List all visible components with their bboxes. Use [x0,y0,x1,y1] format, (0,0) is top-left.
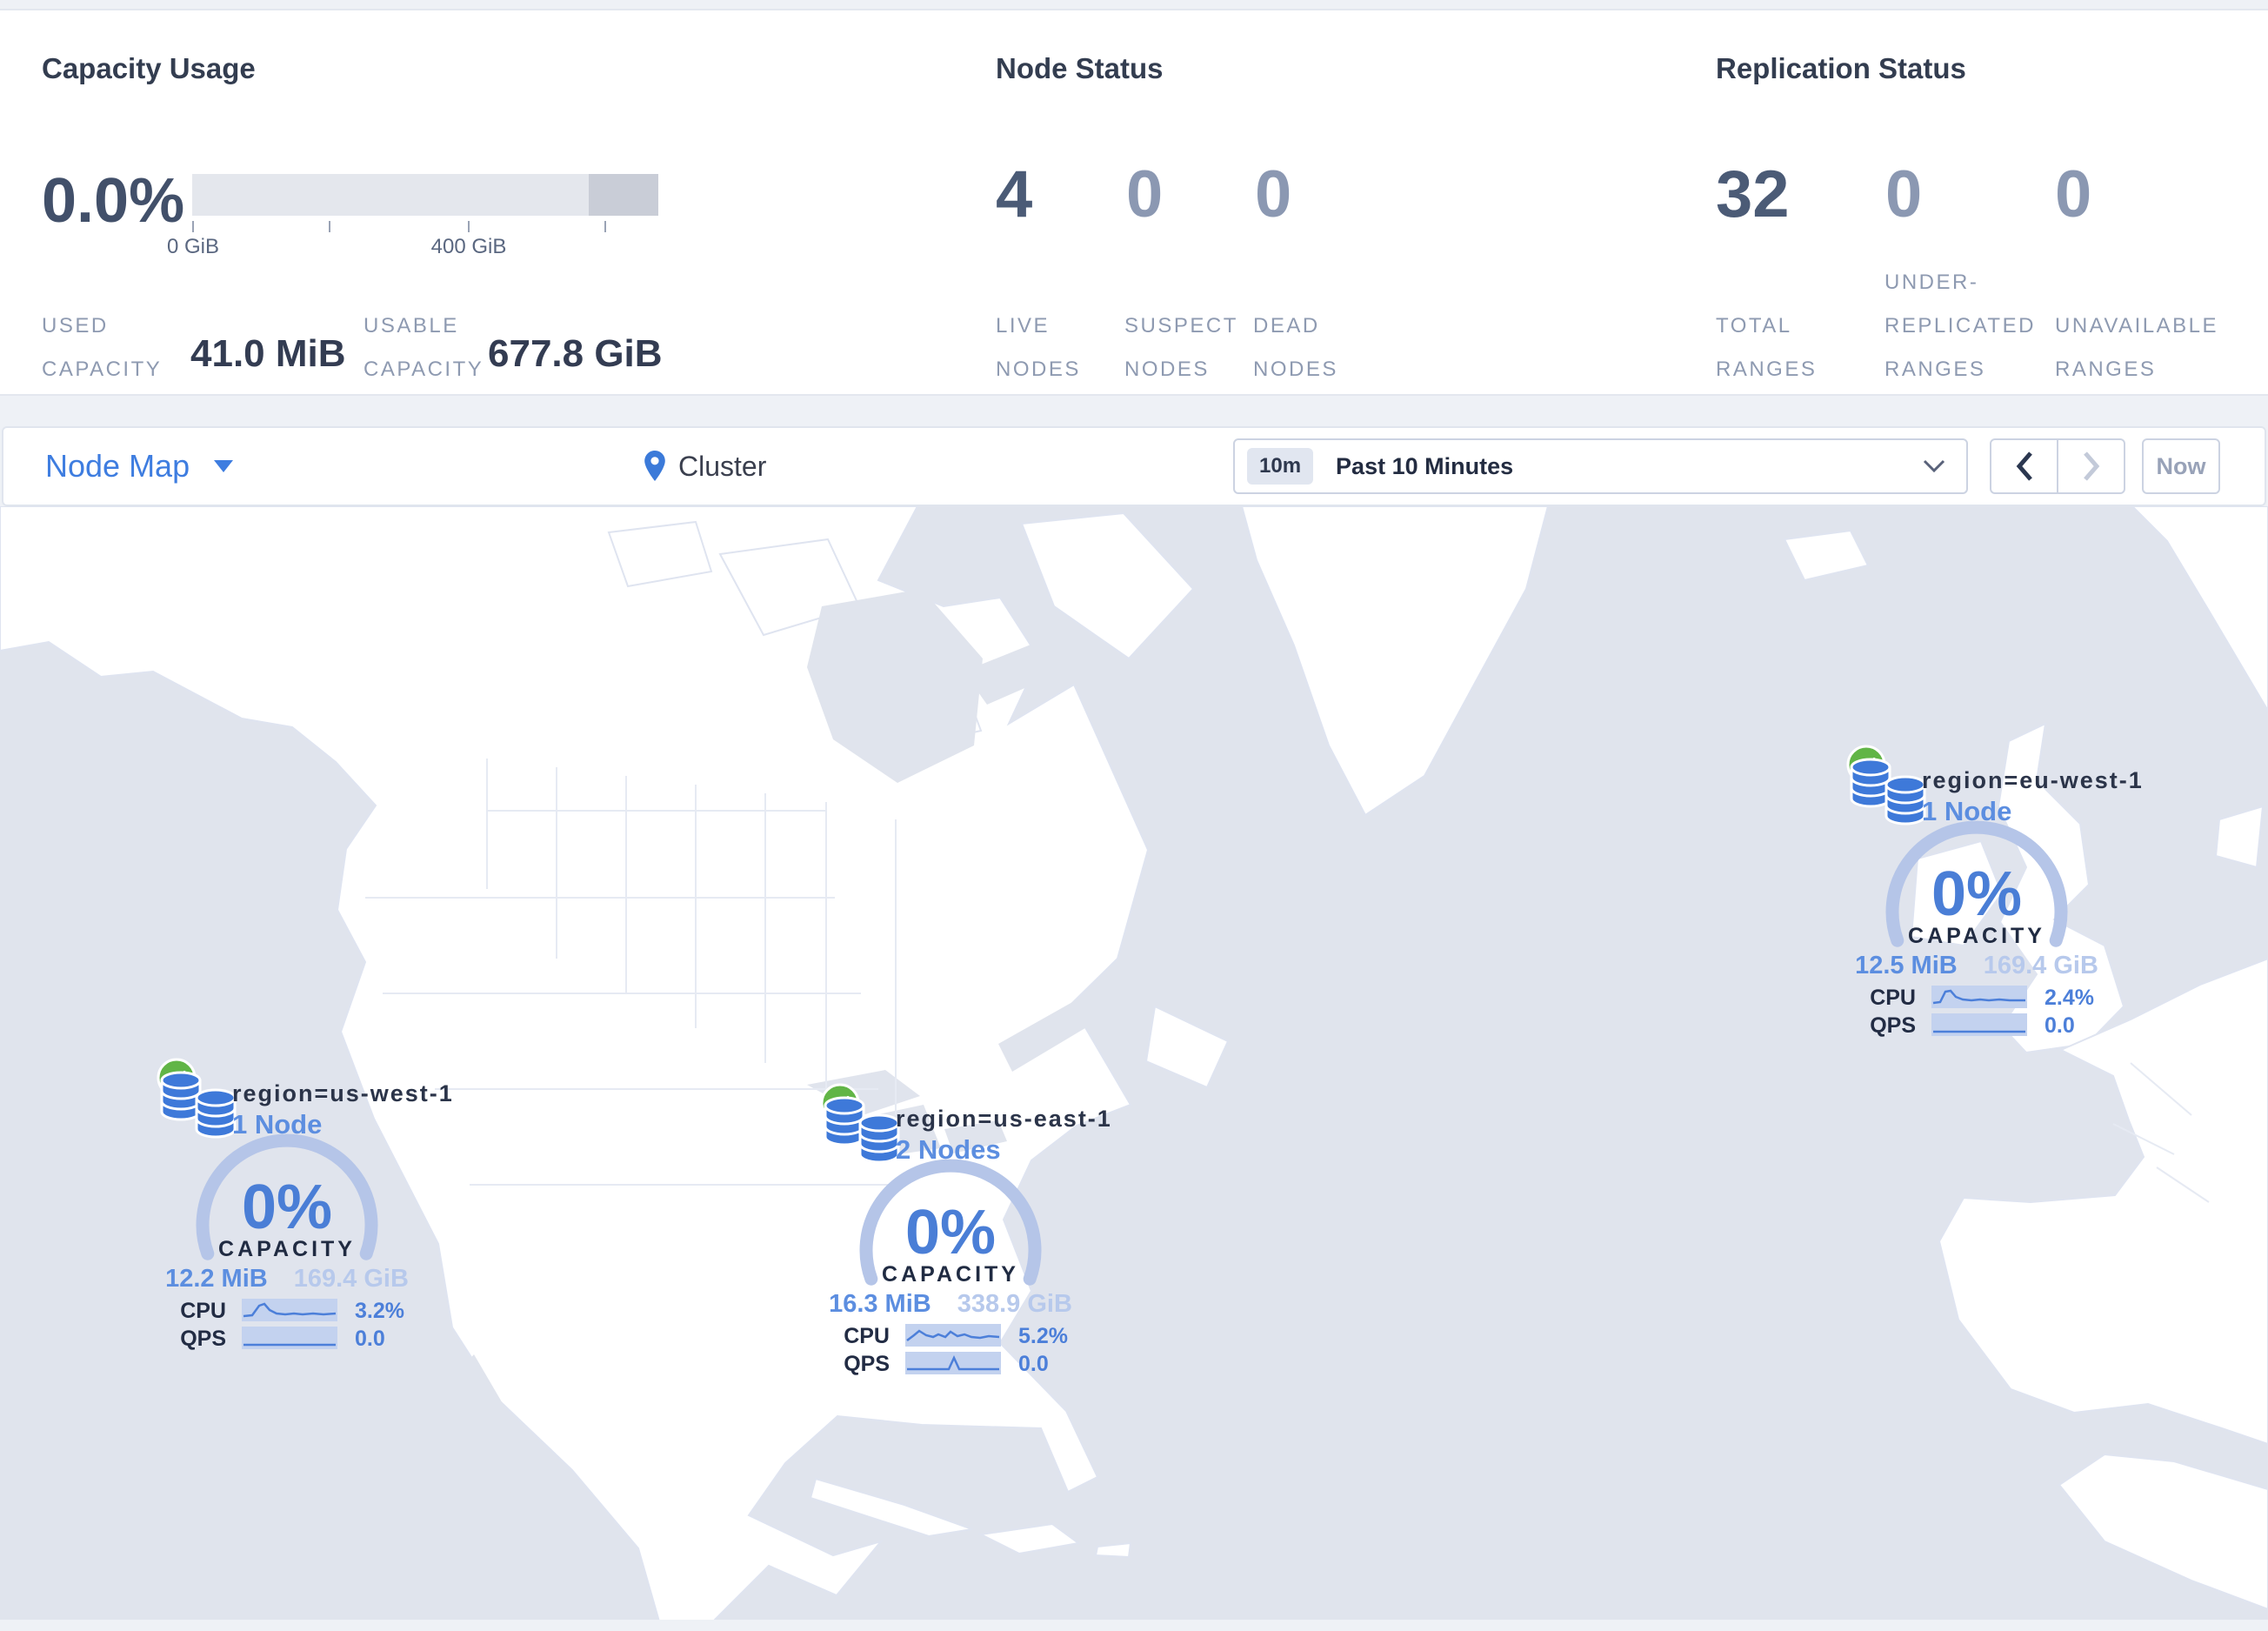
cluster-summary-bar: Capacity Usage 0.0% 0 GiB 400 GiB USED C… [0,9,2268,396]
bar-tick [468,221,470,232]
map-pin-icon [644,451,665,481]
chevron-left-icon [2016,451,2032,481]
used-capacity-label: USED CAPACITY [42,314,163,381]
cpu-sparkline [1931,986,2027,1008]
cpu-value: 2.4% [2045,986,2094,1010]
qps-sparkline [905,1352,1001,1374]
region-used-capacity: 16.3 MiB [829,1290,931,1318]
usable-capacity-label: USABLE CAPACITY [364,314,484,381]
qps-value: 0.0 [2045,1013,2075,1038]
chevron-down-icon [1923,459,1945,473]
now-button[interactable]: Now [2142,438,2220,494]
qps-sparkline [1931,1013,2027,1036]
caret-down-icon [214,460,234,472]
dead-nodes-label: DEAD NODES [1253,314,1338,381]
capacity-gauge-label: CAPACITY [218,1237,356,1261]
capacity-percent: 0% [1931,859,2023,929]
under-replicated-ranges-count: 0 [1885,157,1923,231]
live-nodes-label: LIVE NODES [996,314,1081,381]
time-range-dropdown[interactable]: 10m Past 10 Minutes [1233,438,1968,494]
capacity-gauge-label: CAPACITY [1908,924,2045,948]
node-map: region=us-west-1 1 Node 0% CAPACITY 12.2… [0,506,2268,1620]
capacity-usage-bar [192,174,658,216]
cockroachdb-cluster-overview: Capacity Usage 0.0% 0 GiB 400 GiB USED C… [0,0,2268,1631]
time-back-button[interactable] [1991,440,2057,492]
time-range-badge: 10m [1247,448,1314,485]
map-toolbar: Node Map Cluster 10m Past 10 Minutes Now [2,426,2266,506]
capacity-percent: 0% [904,1198,997,1267]
qps-value: 0.0 [355,1327,385,1351]
view-selector-dropdown[interactable]: Node Map [45,428,234,505]
world-map-canvas [0,506,2268,1620]
cpu-value: 5.2% [1018,1324,1068,1348]
capacity-gauge-label: CAPACITY [882,1262,1019,1287]
region-usable-capacity: 169.4 GiB [1983,952,2098,979]
qps-label: QPS [180,1327,226,1351]
suspect-nodes-label: SUSPECT NODES [1124,314,1238,381]
under-replicated-ranges-label: UNDER- REPLICATED RANGES [1884,271,2036,381]
total-ranges-label: TOTAL RANGES [1716,314,1818,381]
chevron-right-icon [2083,451,2099,481]
bar-tick [604,221,606,232]
replication-status-title: Replication Status [1716,52,1966,84]
cpu-label: CPU [844,1324,890,1348]
bar-tick [192,221,194,232]
capacity-usage-title: Capacity Usage [42,52,256,84]
bar-tick-label-400: 400 GiB [430,235,507,258]
region-usable-capacity: 169.4 GiB [293,1265,409,1293]
qps-label: QPS [1870,1013,1916,1038]
capacity-percent: 0% [241,1173,333,1242]
qps-label: QPS [844,1352,890,1376]
node-status-title: Node Status [996,52,1164,84]
time-range-label: Past 10 Minutes [1336,452,1514,479]
qps-sparkline [242,1327,337,1349]
region-label: region=us-east-1 [896,1106,1112,1132]
breadcrumb-label: Cluster [678,450,767,482]
time-pager [1990,438,2125,494]
usable-capacity-value: 677.8 GiB [488,332,663,375]
view-selector-label: Node Map [45,448,190,484]
region-label: region=us-west-1 [232,1080,454,1106]
total-ranges-count: 32 [1716,157,1790,231]
live-nodes-count: 4 [996,157,1033,231]
dead-nodes-count: 0 [1255,157,1292,231]
cpu-sparkline [905,1324,1001,1347]
cpu-sparkline [242,1299,337,1321]
time-forward-button[interactable] [2057,440,2124,492]
region-usable-capacity: 338.9 GiB [957,1290,1072,1318]
unavailable-ranges-label: UNAVAILABLE RANGES [2055,314,2219,381]
bar-tick [329,221,330,232]
breadcrumb[interactable]: Cluster [644,428,766,505]
used-capacity-value: 41.0 MiB [190,332,346,375]
region-label: region=eu-west-1 [1922,767,2144,793]
region-used-capacity: 12.5 MiB [1855,952,1958,979]
suspect-nodes-count: 0 [1126,157,1164,231]
cpu-value: 3.2% [355,1299,404,1323]
capacity-usage-percent: 0.0% [42,166,185,236]
cpu-label: CPU [180,1299,226,1323]
unavailable-ranges-count: 0 [2055,157,2092,231]
cpu-label: CPU [1870,986,1916,1010]
capacity-bar-nonusable-segment [588,174,658,216]
region-used-capacity: 12.2 MiB [165,1265,268,1293]
qps-value: 0.0 [1018,1352,1049,1376]
bar-tick-label-0: 0 GiB [166,235,220,258]
